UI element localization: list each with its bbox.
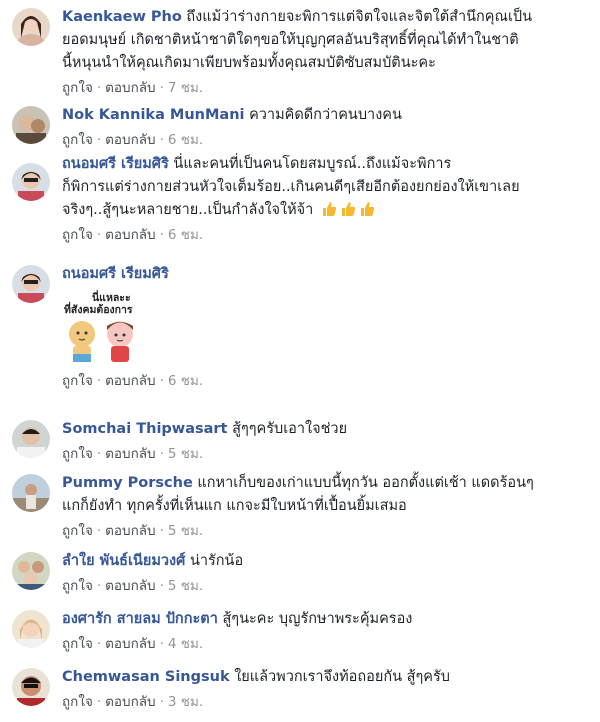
commenter-name[interactable]: ถนอมศรี เรียมศิริ [62,266,169,282]
reply-button[interactable]: ตอบกลับ [105,227,155,243]
commenter-name[interactable]: Kaenkaew Pho [62,9,182,25]
like-button[interactable]: ถูกใจ [62,578,93,594]
timestamp[interactable]: 5 ชม. [168,578,203,594]
reply-button[interactable]: ตอบกลับ [105,694,155,710]
reply-button[interactable]: ตอบกลับ [105,80,155,96]
comment-actions: ถูกใจ · ตอบกลับ · 6 ชม. [62,373,204,389]
like-button[interactable]: ถูกใจ [62,523,93,539]
comment-actions: ถูกใจ · ตอบกลับ · 5 ชม. [62,578,204,594]
avatar[interactable] [12,106,50,144]
comment-actions: ถูกใจ · ตอบกลับ · 6 ชม. [62,227,204,243]
reply-button[interactable]: ตอบกลับ [105,636,155,652]
comment-text: องศารัก สายลม ปักกะตา สู้ๆนะคะ บุญรักษาพ… [62,611,413,627]
commenter-name[interactable]: ลำใย พันธ์เนียมวงศ์ [62,553,185,569]
comment-text: ลำใย พันธ์เนียมวงศ์ น่ารักน้อ [62,553,244,569]
thumbs-up-icon [322,202,337,216]
comment-actions: ถูกใจ · ตอบกลับ · 3 ชม. [62,694,204,710]
commenter-name[interactable]: Nok Kannika MunMani [62,107,244,123]
comment-text: Chemwasan Singsuk ใยแล้วพวกเราจึงท้อถอยก… [62,669,450,685]
reply-button[interactable]: ตอบกลับ [105,578,155,594]
timestamp[interactable]: 5 ชม. [168,446,203,462]
comment-text: Kaenkaew Pho ถึงแม้ว่าร่างกายจะพิการแต่จ… [62,9,533,71]
avatar[interactable] [12,474,50,512]
timestamp[interactable]: 7 ชม. [168,80,203,96]
avatar[interactable] [12,420,50,458]
like-button[interactable]: ถูกใจ [62,80,93,96]
avatar[interactable] [12,8,50,46]
comment-feed: Kaenkaew Pho ถึงแม้ว่าร่างกายจะพิการแต่จ… [0,0,600,722]
comment-actions: ถูกใจ · ตอบกลับ · 7 ชม. [62,80,204,96]
comment-actions: ถูกใจ · ตอบกลับ · 5 ชม. [62,523,204,539]
commenter-name[interactable]: ถนอมศรี เรียมศิริ [62,156,169,172]
timestamp[interactable]: 3 ชม. [168,694,203,710]
avatar[interactable] [12,265,50,303]
comment-text: ถนอมศรี เรียมศิริ นี่และคนที่เป็นคนโดยสม… [62,156,520,218]
comment-actions: ถูกใจ · ตอบกลับ · 5 ชม. [62,446,204,462]
timestamp[interactable]: 4 ชม. [168,636,203,652]
comment-actions: ถูกใจ · ตอบกลับ · 6 ชม. [62,132,204,148]
reply-button[interactable]: ตอบกลับ [105,132,155,148]
thumbs-up-icon [341,202,356,216]
sticker-caption-line: นี่แหละะ [92,290,131,304]
like-button[interactable]: ถูกใจ [62,694,93,710]
avatar[interactable] [12,552,50,590]
thumbs-up-icon [360,202,375,216]
commenter-name[interactable]: Chemwasan Singsuk [62,669,230,685]
reply-button[interactable]: ตอบกลับ [105,373,155,389]
timestamp[interactable]: 6 ชม. [168,227,203,243]
avatar[interactable] [12,610,50,648]
like-button[interactable]: ถูกใจ [62,446,93,462]
like-button[interactable]: ถูกใจ [62,227,93,243]
comment-text: ถนอมศรี เรียมศิริ [62,263,590,286]
like-button[interactable]: ถูกใจ [62,132,93,148]
timestamp[interactable]: 6 ชม. [168,373,203,389]
avatar[interactable] [12,163,50,201]
timestamp[interactable]: 5 ชม. [168,523,203,539]
like-button[interactable]: ถูกใจ [62,373,93,389]
comment-text: Somchai Thipwasart สู้ๆๆครับเอาใจช่วย [62,421,348,437]
comment-text: Nok Kannika MunMani ความคิดดีกว่าคนบางคน [62,107,402,123]
commenter-name[interactable]: องศารัก สายลม ปักกะตา [62,611,218,627]
commenter-name[interactable]: Somchai Thipwasart [62,421,227,437]
sticker-image[interactable]: นี่แหละะ ที่สังคมต้องการ [62,289,162,368]
commenter-name[interactable]: Pummy Porsche [62,475,193,491]
avatar[interactable] [12,668,50,706]
reply-button[interactable]: ตอบกลับ [105,446,155,462]
like-button[interactable]: ถูกใจ [62,636,93,652]
sticker-caption-line: ที่สังคมต้องการ [64,301,133,316]
timestamp[interactable]: 6 ชม. [168,132,203,148]
reply-button[interactable]: ตอบกลับ [105,523,155,539]
comment-actions: ถูกใจ · ตอบกลับ · 4 ชม. [62,636,204,652]
comment-text: Pummy Porsche แกหาเก็บของเก่าแบบนี้ทุกวั… [62,475,534,514]
